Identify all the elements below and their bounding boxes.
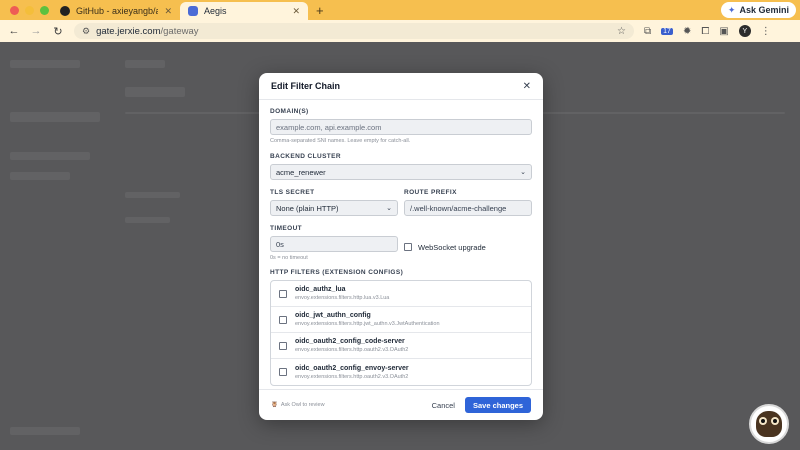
background-block: [125, 87, 185, 97]
list-item[interactable]: oidc_authz_lua envoy.extensions.filters.…: [271, 281, 531, 307]
url-host: gate.jerxie.com: [96, 25, 161, 37]
dialog-header: Edit Filter Chain ✕: [259, 73, 543, 100]
puzzle-icon[interactable]: ⧠: [701, 26, 709, 37]
close-icon[interactable]: ✕: [164, 6, 172, 17]
shield-icon: [188, 6, 198, 16]
extension-sun-icon[interactable]: ✹: [683, 26, 691, 37]
browser-tab-bar: GitHub - axieyangb/aegis: Se ✕ Aegis ✕ +…: [0, 0, 800, 20]
background-block: [125, 192, 180, 198]
background-block: [10, 172, 70, 180]
edit-filter-chain-dialog: Edit Filter Chain ✕ DOMAIN(S) Comma-sepa…: [259, 73, 543, 420]
extension-badge[interactable]: 17: [661, 27, 673, 35]
tab-title: GitHub - axieyangb/aegis: Se: [76, 6, 159, 16]
background-block: [125, 60, 165, 68]
close-icon[interactable]: ✕: [523, 81, 531, 92]
back-arrow-icon[interactable]: ←: [8, 25, 20, 37]
extensions-area: ⧉ 17 ✹ ⧠ ▣ Y ⋮: [644, 25, 771, 37]
backend-cluster-label: BACKEND CLUSTER: [270, 153, 341, 160]
new-tab-button[interactable]: +: [308, 3, 332, 18]
timeout-hint: 0s = no timeout: [270, 255, 308, 261]
owl-icon: [756, 411, 782, 437]
ask-owl-hint[interactable]: 🦉 Ask Owl to review: [271, 402, 325, 408]
chevron-down-icon: ⌄: [520, 169, 526, 176]
domains-hint: Comma-separated SNI names. Leave empty f…: [270, 138, 411, 144]
filter-type: envoy.extensions.filters.http.oauth2.v3.…: [295, 347, 409, 353]
tab-aegis[interactable]: Aegis ✕: [180, 2, 308, 20]
owl-assistant-button[interactable]: [749, 404, 789, 444]
list-item[interactable]: oidc_oauth2_config_envoy-server envoy.ex…: [271, 359, 531, 385]
filter-checkbox[interactable]: [279, 341, 287, 350]
tls-secret-value: None (plain HTTP): [276, 203, 339, 213]
close-icon[interactable]: ✕: [292, 6, 300, 17]
http-filters-label: HTTP FILTERS (EXTENSION CONFIGS): [270, 269, 404, 276]
reload-icon[interactable]: ↻: [52, 25, 64, 38]
filter-checkbox[interactable]: [279, 368, 287, 376]
filter-type: envoy.extensions.filters.http.lua.v3.Lua: [295, 295, 390, 301]
domains-label: DOMAIN(S): [270, 108, 309, 115]
chevron-down-icon: ⌄: [386, 205, 392, 212]
sidebar-icon[interactable]: ▣: [719, 26, 728, 37]
websocket-upgrade-toggle[interactable]: WebSocket upgrade: [404, 243, 486, 252]
site-settings-icon[interactable]: ⚙: [82, 26, 90, 37]
url-path: /gateway: [160, 25, 199, 37]
background-block: [125, 217, 170, 223]
close-window-button[interactable]: [10, 5, 19, 15]
timeout-label: TIMEOUT: [270, 225, 303, 232]
dialog-title: Edit Filter Chain: [271, 81, 341, 91]
tls-secret-select[interactable]: None (plain HTTP) ⌄: [270, 200, 398, 216]
tab-title: Aegis: [204, 6, 227, 16]
menu-dots-icon[interactable]: ⋮: [761, 26, 771, 37]
filter-type: envoy.extensions.filters.http.oauth2.v3.…: [295, 373, 409, 380]
browser-toolbar: ← → ↻ ⚙ gate.jerxie.com/gateway ☆ ⧉ 17 ✹…: [0, 20, 800, 42]
tls-secret-label: TLS SECRET: [270, 189, 315, 196]
filter-checkbox[interactable]: [279, 315, 287, 324]
cancel-button[interactable]: Cancel: [422, 401, 465, 410]
owl-icon: 🦉: [271, 402, 278, 408]
ask-gemini-label: Ask Gemini: [739, 5, 789, 15]
background-block: [10, 152, 90, 160]
filter-name: oidc_oauth2_config_envoy-server: [295, 364, 409, 372]
filter-name: oidc_oauth2_config_code-server: [295, 338, 405, 345]
dialog-body: DOMAIN(S) Comma-separated SNI names. Lea…: [259, 100, 543, 386]
websocket-checkbox[interactable]: [404, 243, 412, 251]
route-prefix-input[interactable]: /.well-known/acme-challenge: [404, 200, 532, 216]
domains-input[interactable]: [270, 119, 532, 135]
dialog-footer: 🦉 Ask Owl to review Cancel Save changes: [259, 389, 543, 420]
window-controls: [0, 5, 52, 15]
ask-gemini-button[interactable]: ✦ Ask Gemini: [720, 2, 796, 18]
background-block: [10, 112, 100, 122]
save-changes-button[interactable]: Save changes: [464, 397, 531, 413]
filter-name: oidc_authz_lua: [295, 286, 346, 293]
timeout-row: TIMEOUT 0s 0s = no timeout WebSocket upg…: [270, 225, 532, 261]
address-bar[interactable]: ⚙ gate.jerxie.com/gateway ☆: [74, 23, 634, 39]
http-filters-list: oidc_authz_lua envoy.extensions.filters.…: [270, 280, 532, 386]
filter-name: oidc_jwt_authn_config: [295, 312, 371, 319]
backend-cluster-value: acme_renewer: [276, 167, 326, 177]
list-item[interactable]: oidc_oauth2_config_code-server envoy.ext…: [271, 333, 531, 359]
bookmark-star-icon[interactable]: ☆: [617, 26, 626, 37]
sparkle-icon: ✦: [727, 4, 736, 15]
background-block: [10, 427, 80, 435]
timeout-input[interactable]: 0s: [270, 236, 398, 252]
list-item[interactable]: oidc_jwt_authn_config envoy.extensions.f…: [271, 307, 531, 333]
github-icon: [60, 6, 70, 16]
filter-type: envoy.extensions.filters.http.jwt_authn.…: [295, 321, 440, 327]
websocket-label: WebSocket upgrade: [418, 242, 486, 252]
filter-checkbox[interactable]: [279, 289, 287, 298]
background-block: [10, 60, 80, 68]
tls-route-row: TLS SECRET None (plain HTTP) ⌄ ROUTE PRE…: [270, 189, 532, 216]
maximize-window-button[interactable]: [40, 5, 49, 15]
forward-arrow-icon[interactable]: →: [30, 25, 42, 37]
backend-cluster-select[interactable]: acme_renewer ⌄: [270, 164, 532, 180]
profile-avatar[interactable]: Y: [738, 25, 751, 37]
route-prefix-label: ROUTE PREFIX: [404, 189, 457, 196]
ask-owl-label: Ask Owl to review: [280, 402, 325, 408]
extension-icon[interactable]: ⧉: [644, 26, 651, 37]
minimize-window-button[interactable]: [25, 5, 34, 15]
tab-github[interactable]: GitHub - axieyangb/aegis: Se ✕: [52, 2, 180, 20]
